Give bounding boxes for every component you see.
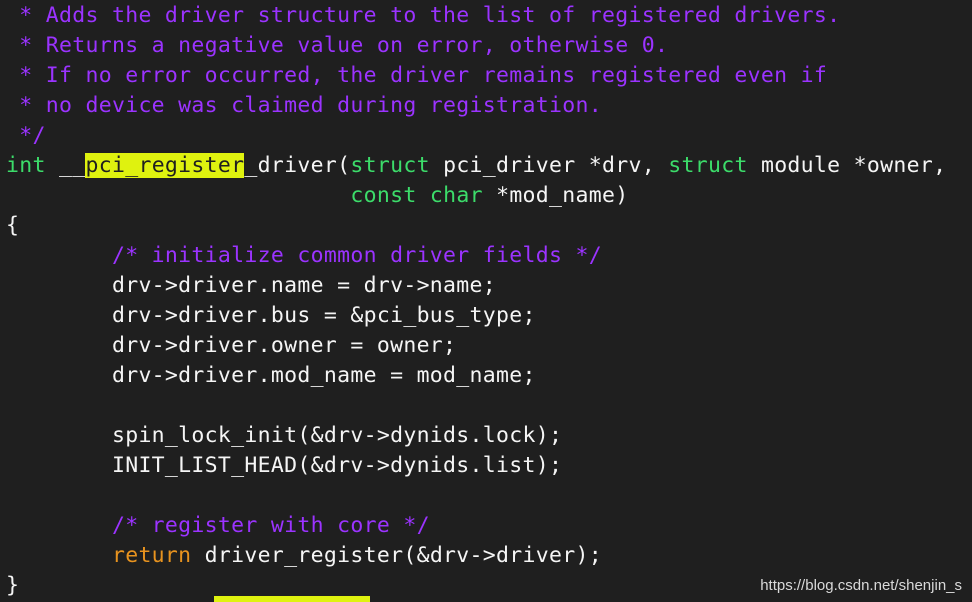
code-token: /* initialize common driver fields */ xyxy=(6,243,602,268)
code-line: /* initialize common driver fields */ xyxy=(6,241,602,271)
code-token: *mod_name) xyxy=(482,183,629,208)
code-token: * If no error occurred, the driver remai… xyxy=(6,63,828,88)
code-token: * no device was claimed during registrat… xyxy=(6,93,602,118)
code-token: */ xyxy=(6,123,46,148)
code-token: __ xyxy=(45,153,86,178)
search-highlight-mark xyxy=(214,596,370,602)
code-line: drv->driver.owner = owner; xyxy=(6,331,456,361)
code-line: * If no error occurred, the driver remai… xyxy=(6,61,827,91)
code-token: struct xyxy=(350,153,430,178)
code-line: * Adds the driver structure to the list … xyxy=(6,1,840,31)
code-line: return driver_register(&drv->driver); xyxy=(6,541,602,571)
code-token: drv->driver.name = drv->name; xyxy=(6,273,497,298)
code-token: * Adds the driver structure to the list … xyxy=(6,3,841,28)
code-line: } xyxy=(6,571,19,601)
code-token: return xyxy=(111,543,192,568)
code-line: spin_lock_init(&drv->dynids.lock); xyxy=(6,421,562,451)
code-line: INIT_LIST_HEAD(&drv->dynids.list); xyxy=(6,451,562,481)
code-line: * Returns a negative value on error, oth… xyxy=(6,31,668,61)
code-token: int xyxy=(6,153,46,178)
code-line: drv->driver.mod_name = mod_name; xyxy=(6,361,536,391)
code-token: const xyxy=(350,183,417,208)
code-token: drv->driver.mod_name = mod_name; xyxy=(6,363,536,388)
code-token: { xyxy=(6,213,20,238)
code-token: _driver( xyxy=(244,153,351,178)
code-token: /* register with core */ xyxy=(6,513,430,538)
code-token: char xyxy=(429,183,483,208)
search-match-highlight: pci_register xyxy=(85,153,245,178)
code-token: drv->driver.owner = owner; xyxy=(6,333,457,358)
code-token: INIT_LIST_HEAD(&drv->dynids.list); xyxy=(6,453,563,478)
code-token: * Returns a negative value on error, oth… xyxy=(6,33,669,58)
code-line: drv->driver.name = drv->name; xyxy=(6,271,496,301)
code-token: drv->driver.bus = &pci_bus_type; xyxy=(6,303,536,328)
code-line: int __pci_register_driver(struct pci_dri… xyxy=(6,151,946,181)
code-token: module *owner, xyxy=(747,153,947,178)
code-line: /* register with core */ xyxy=(6,511,430,541)
code-token: driver_register(&drv->driver); xyxy=(191,543,602,568)
code-line: { xyxy=(6,211,19,241)
watermark-text: https://blog.csdn.net/shenjin_s xyxy=(760,577,962,594)
code-line: * no device was claimed during registrat… xyxy=(6,91,602,121)
code-line: const char *mod_name) xyxy=(6,181,629,211)
code-editor-viewport: * Adds the driver structure to the list … xyxy=(0,0,972,602)
code-token: pci_driver *drv, xyxy=(429,153,669,178)
code-line: */ xyxy=(6,121,46,151)
code-token: struct xyxy=(668,153,748,178)
code-line: drv->driver.bus = &pci_bus_type; xyxy=(6,301,536,331)
code-token: spin_lock_init(&drv->dynids.lock); xyxy=(6,423,563,448)
code-token: } xyxy=(6,573,20,598)
